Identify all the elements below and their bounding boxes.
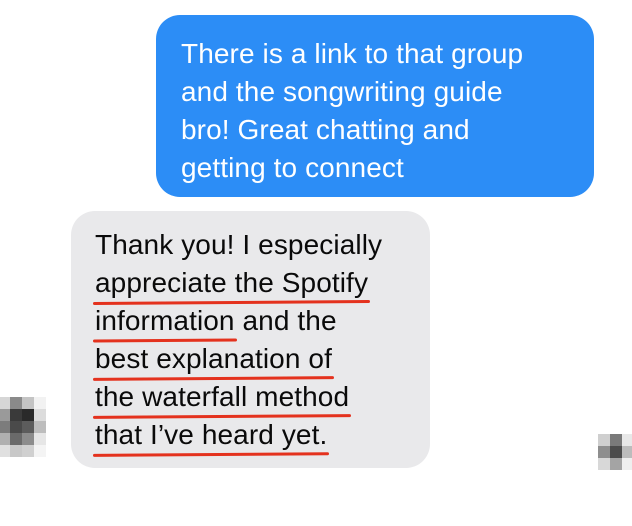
message-text: and the: [234, 305, 337, 336]
underlined-text: appreciate the Spotify: [95, 264, 368, 302]
message-text-line: There is a link to that group: [181, 38, 524, 69]
message-text-line: information and the: [95, 302, 420, 340]
underlined-text: the waterfall method: [95, 378, 349, 416]
message-text-line: the waterfall method: [95, 378, 420, 416]
message-text-line: bro! Great chatting and: [181, 114, 470, 145]
pixelated-avatar-icon[interactable]: [598, 434, 632, 470]
outgoing-message-bubble[interactable]: There is a link to that group and the so…: [156, 15, 594, 197]
message-text-line: getting to connect: [181, 152, 404, 183]
underlined-text: that I’ve heard yet.: [95, 416, 327, 454]
pixelated-avatar-icon[interactable]: [0, 397, 46, 457]
message-text-line: that I’ve heard yet.: [95, 416, 420, 454]
message-text-line: best explanation of: [95, 340, 420, 378]
underlined-text: best explanation of: [95, 340, 332, 378]
message-text-line: Thank you! I especially: [95, 229, 383, 260]
incoming-message-bubble[interactable]: Thank you! I especially appreciate the S…: [71, 211, 430, 468]
message-text-line: appreciate the Spotify: [95, 264, 420, 302]
underlined-text: information: [95, 302, 235, 340]
message-text-line: and the songwriting guide: [181, 76, 503, 107]
